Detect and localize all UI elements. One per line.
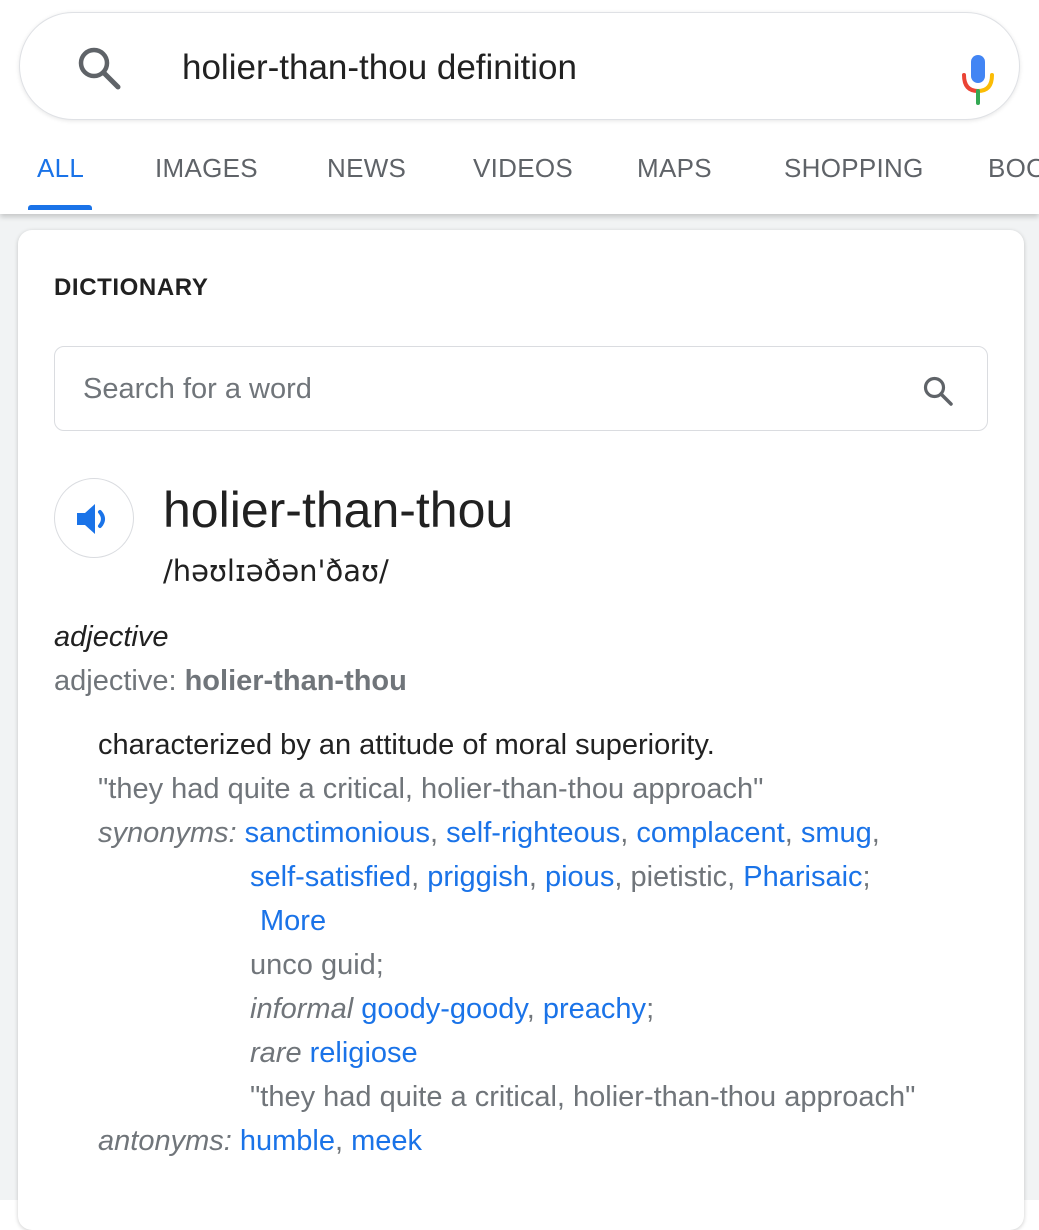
synonym-link[interactable]: goody-goody [361,993,527,1025]
tab-images[interactable]: IMAGES [155,152,258,184]
synonym-link[interactable]: sanctimonious [245,817,430,849]
synonym-link[interactable]: preachy [543,993,646,1025]
synonym-link[interactable]: priggish [427,861,529,893]
mic-icon[interactable] [960,53,996,105]
rare-synonyms-row: rare religiose [250,1031,418,1075]
synonym-link[interactable]: Pharisaic [743,861,862,893]
speaker-icon [77,504,105,534]
search-bar[interactable]: holier-than-thou definition [19,12,1020,120]
synonym-link[interactable]: self-satisfied [250,861,411,893]
part-of-speech: adjective [54,621,169,653]
antonyms-row: antonyms: humble, meek [98,1125,423,1157]
part-of-speech-line: adjective: holier-than-thou [54,662,407,700]
more-synonyms-link[interactable]: More [260,899,326,943]
tab-books[interactable]: BOO [988,152,1039,184]
synonyms-label: synonyms: [98,817,237,849]
synonym-link[interactable]: religiose [310,1037,418,1069]
synonym-link[interactable]: pious [545,861,614,893]
tab-news[interactable]: NEWS [327,152,406,184]
synonyms-row-1: synonyms: sanctimonious, self-righteous,… [98,817,880,849]
pronunciation-button[interactable] [54,478,134,558]
synonym-link[interactable]: complacent [636,817,784,849]
card-heading: DICTIONARY [54,274,209,301]
antonym-link[interactable]: meek [351,1125,422,1157]
search-icon[interactable] [74,43,124,93]
word-search-input[interactable] [83,367,883,411]
synonym-link[interactable]: self-righteous [446,817,620,849]
tab-maps[interactable]: MAPS [637,152,712,184]
tab-videos[interactable]: VIDEOS [473,152,573,184]
synonym-link[interactable]: smug [801,817,872,849]
informal-label: informal [250,993,354,1025]
antonyms-label: antonyms: [98,1125,232,1157]
rare-label: rare [250,1037,302,1069]
phonetic-spelling: /həʊlɪəðən'ðaʊ/ [163,554,389,588]
search-icon[interactable] [921,374,955,408]
definition-text: characterized by an attitude of moral su… [98,729,715,761]
antonym-link[interactable]: humble [240,1125,335,1157]
search-query[interactable]: holier-than-thou definition [182,43,577,93]
example-sentence-2: "they had quite a critical, holier-than-… [250,1081,916,1113]
tab-all[interactable]: ALL [37,152,84,184]
word-search-box[interactable] [54,346,988,431]
regional-synonym: unco guid; [250,949,384,981]
example-sentence: "they had quite a critical, holier-than-… [98,773,764,805]
synonyms-row-2: self-satisfied, priggish, pious, pietist… [250,861,871,893]
pos-line-label: adjective: [54,665,185,697]
top-header: holier-than-thou definition ALL IMAGES N… [0,0,1039,214]
headword: holier-than-thou [163,482,514,538]
dictionary-card: DICTIONARY holier-than-thou /həʊlɪəðən'ð… [18,230,1024,1230]
tab-shopping[interactable]: SHOPPING [784,152,924,184]
search-tabs: ALL IMAGES NEWS VIDEOS MAPS SHOPPING BOO [0,138,1039,214]
pos-line-word: holier-than-thou [184,665,407,697]
synonym-plain: pietistic [630,861,728,893]
informal-synonyms-row: informal goody-goody, preachy; [250,993,655,1025]
active-tab-indicator [28,205,92,210]
